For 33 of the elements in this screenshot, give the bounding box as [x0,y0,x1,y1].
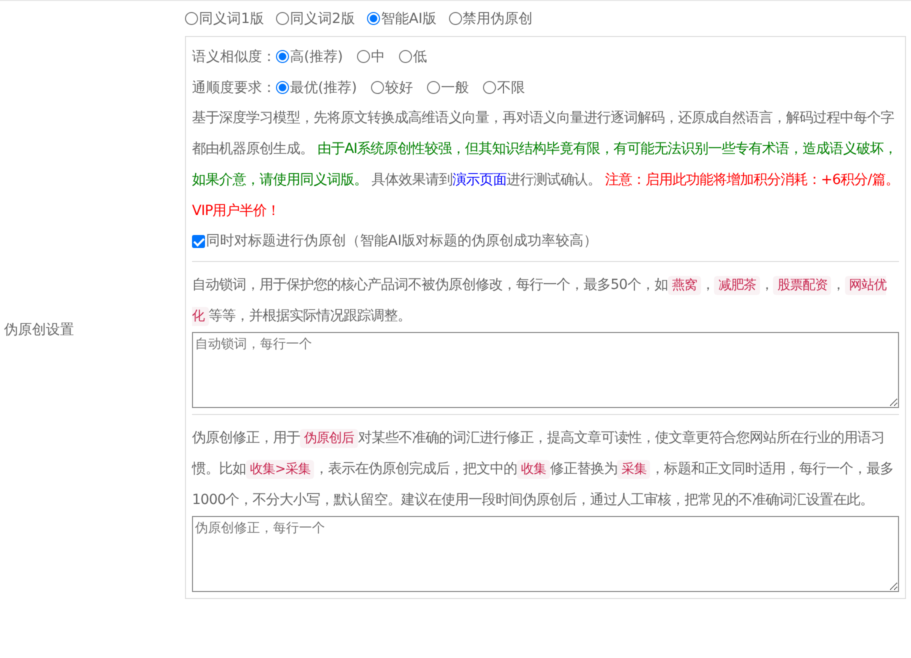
option-label[interactable]: 同义词1版 [199,10,264,28]
radio-button[interactable] [356,50,370,63]
option-label[interactable]: 较好 [384,78,413,96]
option-label[interactable]: 最优(推荐) [290,78,357,96]
radio-button[interactable] [370,81,384,94]
description-text: 自动锁词，用于保护您的核心产品词不被伪原创修改，每行一个，最多50个，如 燕窝 ， 减肥茶 ， 股票配资 ， 网站优化 等等，并根据实际情况跟踪调整。 [192,275,888,328]
radio-button[interactable] [276,50,289,63]
option-label[interactable]: 同义词2版 [290,10,355,28]
radio-button[interactable] [448,12,462,25]
option-label[interactable]: 高(推荐) [290,48,343,66]
radio-button[interactable] [185,12,198,25]
radio-button[interactable] [276,12,289,25]
radio-button[interactable] [276,81,289,94]
description-text: 基于深度学习模型，先将原文转换成高维语义向量，再对语义向量进行逐词解码，还原成自然语言，解码过程中每个字都由机器原创生成。 由于AI系统原创性较强，但其知识结构毕竟有限，有可能无法识别一些专有术语，造成语义破坏，如果介意，请使用同义词版。 具体效果请到演示页面进行测试确认。 注意：启用此功能将增加积分消耗：+6积分/篇。VIP用户半价！ [192,109,899,221]
checkbox-label[interactable]: 同时对标题进行伪原创（智能AI版对标题的伪原创成功率较高） [206,232,598,250]
option-label[interactable]: 禁用伪原创 [462,10,533,28]
text-area[interactable]: 自动锁词，每行一个 [192,332,899,408]
radio-button[interactable] [398,50,412,63]
demo-link[interactable]: 演示页面 [452,172,506,188]
description-text: 伪原创修正，用于 伪原创后 对某些不准确的词汇进行修正，提高文章可读性，使文章更符合您网站所在行业的用语习惯。比如 收集>采集 ，表示在伪原创完成后，把文中的 收集 修正替换为 采集 ，标题和正文同时适用，每行一个，最多1000个，不分大小写，默认留空。建议在使用一段时间伪原创后，通过人工审核，把常见的不准确词汇设置在此。 [192,428,894,510]
row-label: 伪原创设置 [4,320,74,338]
radio-button[interactable] [426,81,440,94]
option-label[interactable]: 中 [370,48,385,66]
text-area[interactable]: 伪原创修正，每行一个 [192,516,899,592]
option-label[interactable]: 一般 [440,78,469,96]
checkbox[interactable] [192,234,205,248]
field-label: 语义相似度： [192,48,276,66]
radio-button[interactable] [482,81,496,94]
option-label[interactable]: 不限 [496,78,525,96]
field-label: 通顺度要求： [192,78,276,96]
option-label[interactable]: 低 [412,48,427,66]
radio-button[interactable] [366,12,380,25]
option-label[interactable]: 智能AI版 [380,10,437,28]
